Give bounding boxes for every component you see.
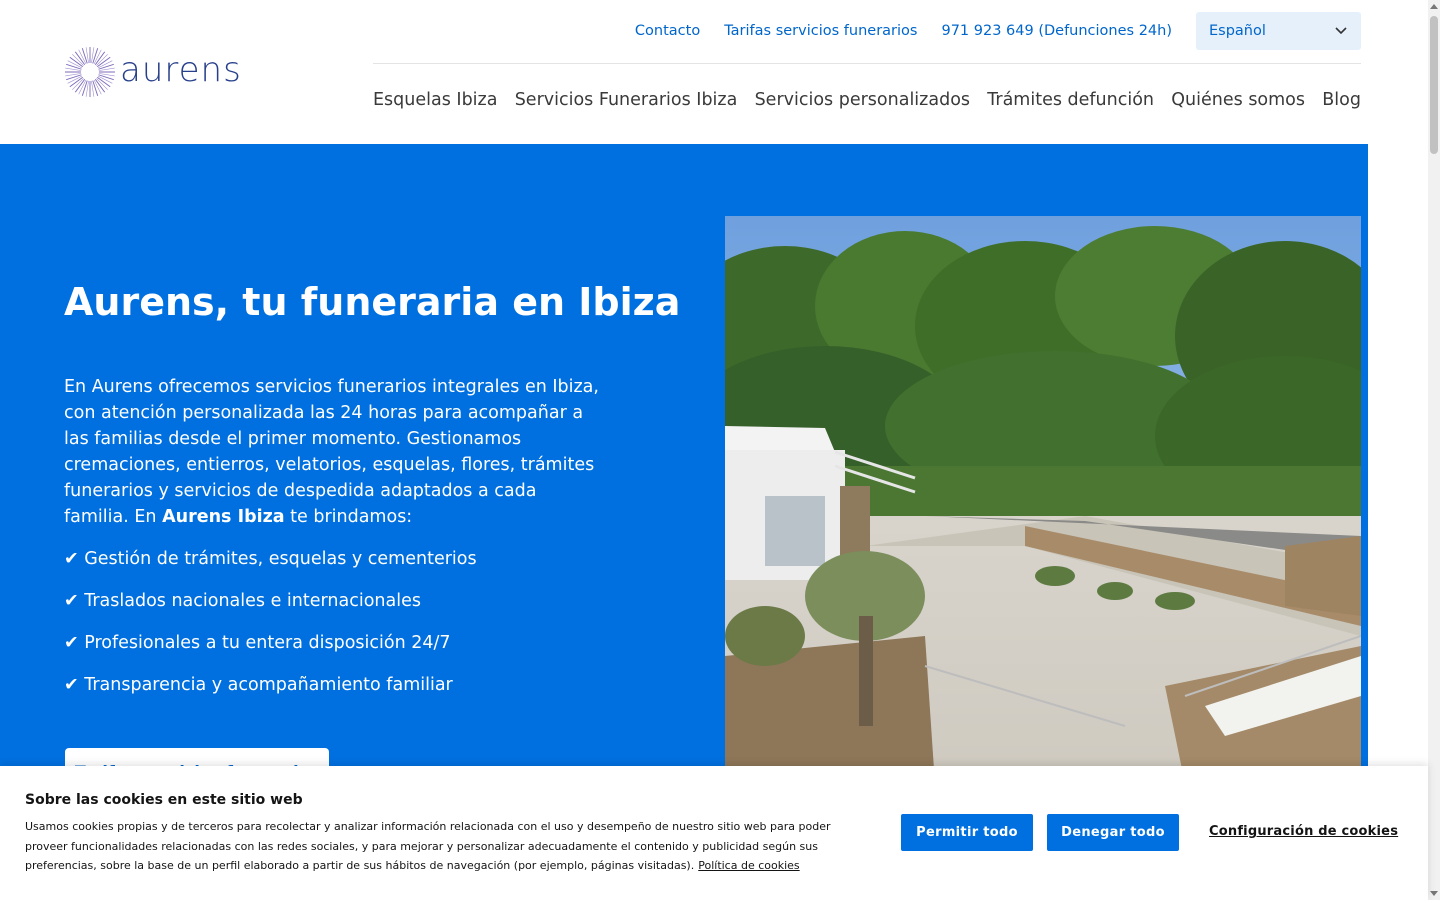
page-scrollbar[interactable] [1428,0,1440,900]
deny-all-button[interactable]: Denegar todo [1047,814,1179,851]
language-select[interactable]: Español [1196,12,1361,50]
chevron-down-icon [1335,27,1347,35]
allow-all-button[interactable]: Permitir todo [901,814,1033,851]
cookie-text: Usamos cookies propias y de terceros par… [25,817,865,876]
sunburst-logo-icon [65,47,115,97]
hero-intro-end: te brindamos: [284,507,413,527]
hero-intro-bold: Aurens Ibiza [162,507,285,527]
scroll-thumb[interactable] [1430,16,1438,154]
funeral-home-image [725,216,1361,784]
cookie-policy-link[interactable]: Política de cookies [698,859,799,872]
scroll-up-arrow-icon[interactable] [1430,4,1438,9]
benefits-list: ✔ Gestión de trámites, esquelas y cement… [64,546,477,714]
scroll-down-arrow-icon[interactable] [1430,891,1438,896]
list-item: ✔ Profesionales a tu entera disposición … [64,633,451,653]
hero-section: Aurens, tu funeraria en Ibiza En Aurens … [0,144,1368,800]
nav-item-quienes-somos[interactable]: Quiénes somos [1171,90,1305,110]
nav-item-servicios-personalizados[interactable]: Servicios personalizados [755,90,970,110]
main-navigation: Esquelas Ibiza Servicios Funerarios Ibiz… [373,90,1361,110]
contact-link[interactable]: Contacto [635,23,700,39]
nav-item-blog[interactable]: Blog [1322,90,1361,110]
language-value: Español [1209,23,1266,39]
hero-intro: En Aurens ofrecemos servicios funerarios… [64,374,604,530]
list-item: ✔ Traslados nacionales e internacionales [64,591,421,611]
nav-item-servicios-funerarios[interactable]: Servicios Funerarios Ibiza [515,90,738,110]
site-header: aurens Contacto Tarifas servicios funera… [0,0,1428,144]
funeral-home-photo [725,216,1361,784]
rates-link[interactable]: Tarifas servicios funerarios [724,23,917,39]
list-item: ✔ Gestión de trámites, esquelas y cement… [64,549,477,569]
aurens-logo[interactable]: aurens [64,46,254,98]
hero-intro-text: En Aurens ofrecemos servicios funerarios… [64,377,599,527]
cookie-title: Sobre las cookies en este sitio web [25,792,303,808]
hero-title: Aurens, tu funeraria en Ibiza [64,280,681,324]
list-item: ✔ Transparencia y acompañamiento familia… [64,675,453,695]
cookie-settings-link[interactable]: Configuración de cookies [1209,824,1398,839]
cookie-banner: Sobre las cookies en este sitio web Usam… [0,766,1428,900]
nav-item-tramites[interactable]: Trámites defunción [987,90,1154,110]
phone-link[interactable]: 971 923 649 (Defunciones 24h) [941,23,1172,39]
top-utility-bar: Contacto Tarifas servicios funerarios 97… [635,12,1361,50]
header-divider [373,63,1361,64]
nav-item-esquelas[interactable]: Esquelas Ibiza [373,90,497,110]
logo-wordmark: aurens [120,50,242,90]
